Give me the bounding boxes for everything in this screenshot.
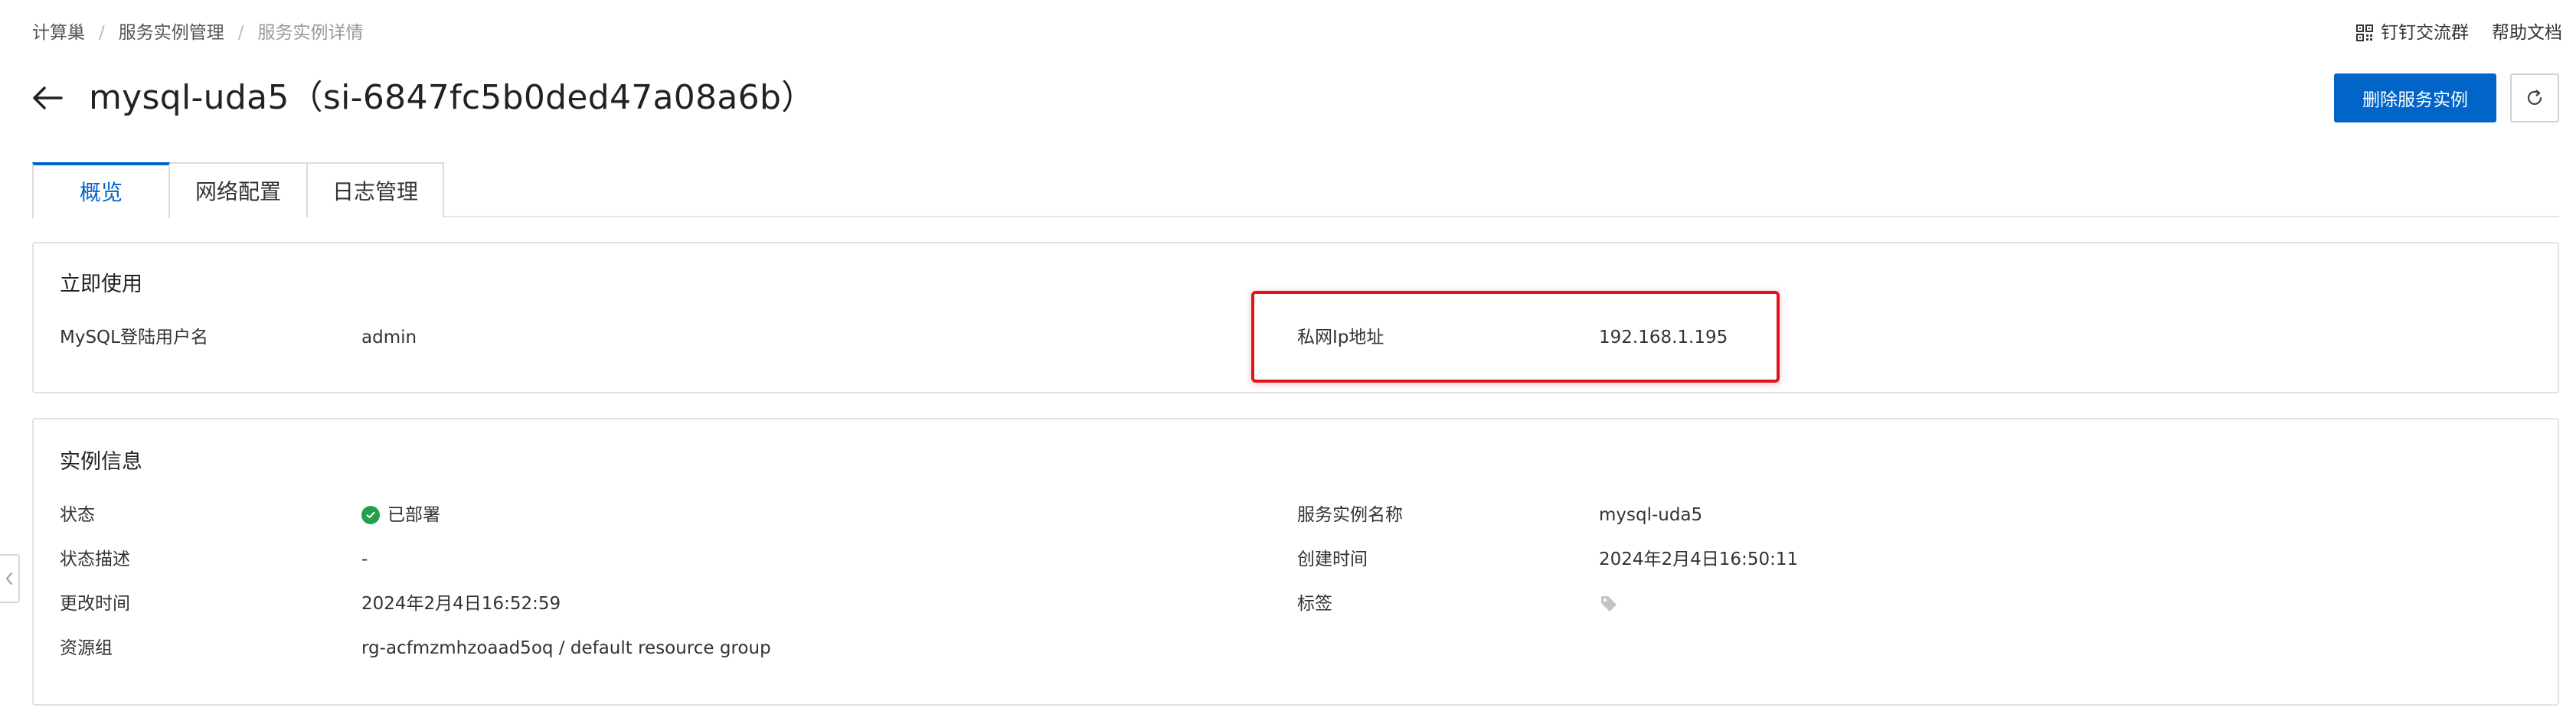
tab-overview[interactable]: 概览 — [32, 162, 170, 219]
status-desc-value: - — [361, 550, 368, 569]
username-label: MySQL登陆用户名 — [60, 328, 208, 347]
status-value: 已部署 — [361, 502, 440, 528]
modified-time-row: 更改时间 2024年2月4日16:52:59 — [60, 591, 1208, 617]
refresh-icon — [2527, 90, 2542, 105]
tab-network-config[interactable]: 网络配置 — [168, 162, 308, 217]
private-ip-highlight — [1251, 291, 1780, 383]
modified-time-label: 更改时间 — [60, 594, 130, 614]
instance-name-label: 服务实例名称 — [1297, 505, 1403, 525]
breadcrumb-item-compute-nest[interactable]: 计算巢 — [32, 20, 85, 46]
check-circle-icon — [361, 506, 380, 524]
status-desc-row: 状态描述 - — [60, 546, 1208, 572]
tags-value — [1599, 594, 1619, 614]
instance-info-card: 实例信息 状态 已部署 状态描述 - 更改时间 2024年2月4日16:52:5… — [32, 418, 2559, 706]
page-title: mysql-uda5（si-6847fc5b0ded47a08a6b） — [89, 78, 816, 117]
breadcrumb-separator: / — [237, 23, 244, 43]
instance-info-title: 实例信息 — [60, 450, 142, 474]
service-instance-detail-page: 计算巢 / 服务实例管理 / 服务实例详情 钉钉交流群 帮助文档 mysql-u… — [0, 0, 2576, 724]
arrow-left-icon[interactable] — [31, 81, 64, 115]
resource-group-label: 资源组 — [60, 638, 113, 658]
sidebar-collapse-handle[interactable] — [0, 554, 20, 603]
tags-label: 标签 — [1297, 594, 1332, 614]
top-links: 钉钉交流群 帮助文档 — [2356, 20, 2562, 46]
dingtalk-group-label: 钉钉交流群 — [2381, 23, 2469, 43]
quick-use-title: 立即使用 — [60, 272, 142, 296]
instance-name-value: mysql-uda5 — [1599, 505, 1703, 525]
breadcrumb-item-instance-management[interactable]: 服务实例管理 — [119, 20, 224, 46]
created-time-label: 创建时间 — [1297, 550, 1368, 569]
delete-instance-button[interactable]: 删除服务实例 — [2334, 73, 2496, 122]
status-desc-label: 状态描述 — [60, 550, 130, 569]
resource-group-value: rg-acfmzmhzoaad5oq / default resource gr… — [361, 638, 771, 658]
created-time-value: 2024年2月4日16:50:11 — [1599, 550, 1799, 569]
status-label: 状态 — [60, 505, 95, 525]
tags-row: 标签 — [1297, 591, 2446, 617]
qrcode-icon — [2356, 24, 2373, 41]
dingtalk-group-link[interactable]: 钉钉交流群 — [2356, 20, 2469, 46]
instance-name-row: 服务实例名称 mysql-uda5 — [1297, 502, 2446, 528]
resource-group-row: 资源组 rg-acfmzmhzoaad5oq / default resourc… — [60, 635, 1208, 661]
breadcrumb-item-current: 服务实例详情 — [257, 23, 364, 43]
username-value: admin — [361, 328, 417, 347]
tab-log-management[interactable]: 日志管理 — [306, 162, 444, 217]
breadcrumb: 计算巢 / 服务实例管理 / 服务实例详情 — [32, 20, 364, 46]
modified-time-value: 2024年2月4日16:52:59 — [361, 594, 561, 614]
breadcrumb-separator: / — [99, 23, 105, 43]
created-time-row: 创建时间 2024年2月4日16:50:11 — [1297, 546, 2446, 572]
help-docs-link[interactable]: 帮助文档 — [2492, 20, 2562, 46]
tag-icon[interactable] — [1599, 594, 1619, 614]
refresh-button[interactable] — [2510, 73, 2559, 122]
status-row: 状态 已部署 — [60, 502, 1208, 528]
status-text: 已部署 — [387, 505, 440, 525]
tab-bar: 概览 网络配置 日志管理 — [32, 162, 444, 219]
username-row: MySQL登陆用户名 admin — [60, 324, 1208, 351]
chevron-left-icon — [6, 572, 12, 585]
help-docs-label: 帮助文档 — [2492, 23, 2562, 43]
